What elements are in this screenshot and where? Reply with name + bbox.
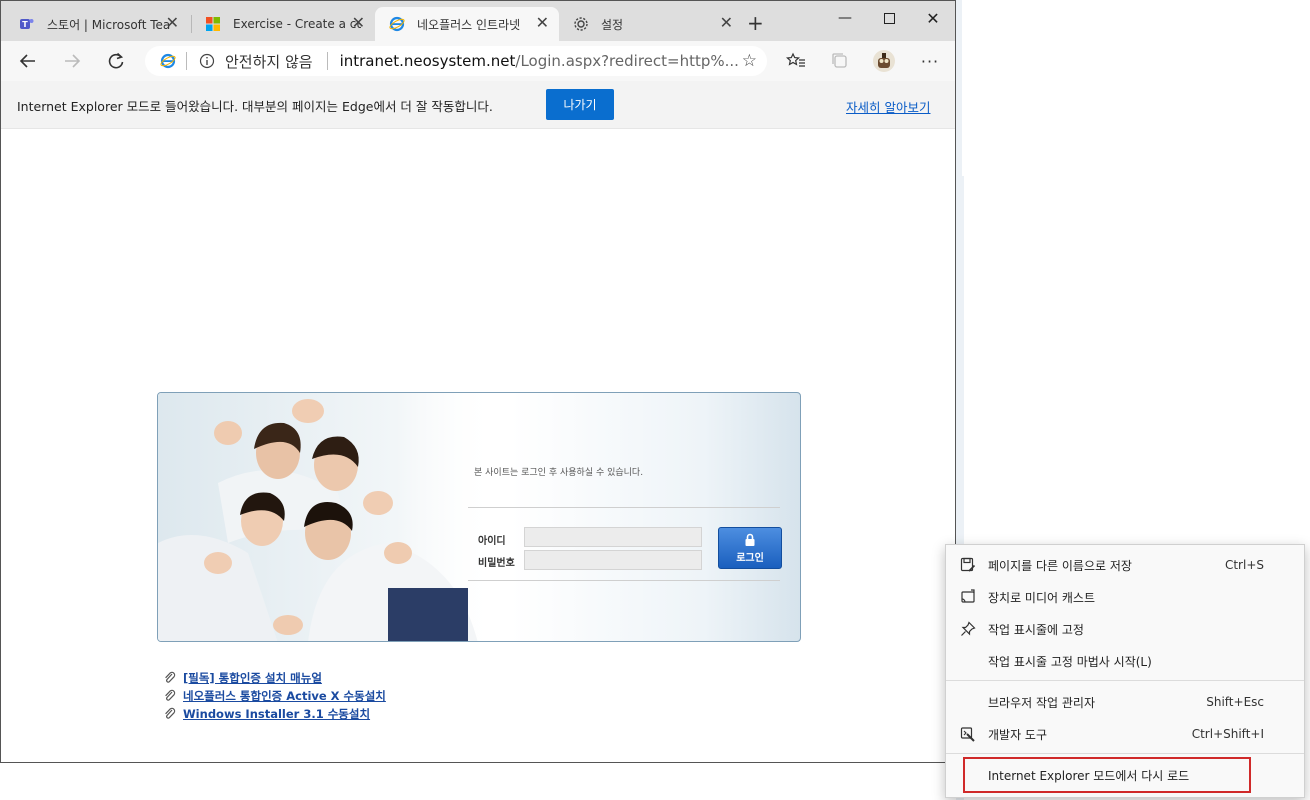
menu-item-shortcut: Ctrl+S bbox=[1224, 558, 1264, 572]
navigation-bar: 안전하지 않음 intranet.neosystem.net/Login.asp… bbox=[1, 41, 955, 81]
menu-item-cast[interactable]: 장치로 미디어 캐스트 bbox=[946, 581, 1304, 613]
password-input[interactable] bbox=[524, 550, 702, 570]
refresh-icon[interactable] bbox=[101, 46, 131, 76]
maximize-icon[interactable] bbox=[867, 5, 911, 31]
minimize-icon[interactable]: — bbox=[823, 5, 867, 31]
back-icon[interactable] bbox=[13, 46, 43, 76]
ie-icon bbox=[389, 16, 405, 32]
tab-teams-store[interactable]: T 스토어 | Microsoft Tea ✕ bbox=[5, 7, 189, 41]
forward-icon[interactable] bbox=[57, 46, 87, 76]
close-icon[interactable]: ✕ bbox=[352, 15, 365, 31]
menu-item-pin-wizard[interactable]: 작업 표시줄 고정 마법사 시작(L) bbox=[946, 645, 1304, 677]
menu-item-label: 장치로 미디어 캐스트 bbox=[988, 590, 1095, 605]
highlight-box bbox=[963, 757, 1251, 793]
exit-ie-mode-button[interactable]: 나가기 bbox=[546, 89, 614, 120]
save-icon bbox=[959, 556, 977, 574]
devtools-icon bbox=[959, 725, 977, 743]
ie-mode-icon[interactable] bbox=[160, 53, 176, 69]
id-label: 아이디 bbox=[478, 536, 506, 547]
cast-icon bbox=[959, 588, 977, 606]
menu-item-label: 작업 표시줄에 고정 bbox=[988, 622, 1084, 637]
divider bbox=[186, 52, 187, 70]
favorites-icon[interactable] bbox=[781, 46, 811, 76]
login-panel: 본 사이트는 로그인 후 사용하실 수 있습니다. 아이디 비밀번호 로그인 bbox=[157, 392, 801, 642]
menu-separator bbox=[946, 753, 1304, 754]
tab-label: 스토어 | Microsoft Tea bbox=[47, 17, 171, 32]
close-icon[interactable]: ✕ bbox=[720, 15, 733, 31]
security-status[interactable]: 안전하지 않음 bbox=[225, 51, 313, 72]
profile-avatar[interactable] bbox=[869, 46, 899, 76]
new-tab-icon[interactable]: + bbox=[747, 11, 764, 35]
divider bbox=[468, 580, 780, 581]
download-link-label: Windows Installer 3.1 수동설치 bbox=[183, 707, 371, 721]
download-link-installer[interactable]: Windows Installer 3.1 수동설치 bbox=[163, 706, 370, 722]
tab-exercise[interactable]: Exercise - Create a cus ✕ bbox=[191, 7, 375, 41]
lock-icon bbox=[745, 533, 755, 546]
tab-settings[interactable]: 설정 ✕ bbox=[559, 7, 743, 41]
collections-icon[interactable] bbox=[825, 46, 855, 76]
login-notice: 본 사이트는 로그인 후 사용하실 수 있습니다. bbox=[474, 468, 644, 478]
divider bbox=[326, 52, 328, 70]
paperclip-icon bbox=[165, 689, 176, 701]
gear-icon bbox=[573, 16, 589, 32]
menu-item-save-as[interactable]: 페이지를 다른 이름으로 저장 Ctrl+S bbox=[946, 549, 1304, 581]
download-link-label: [필독] 통합인증 설치 매뉴얼 bbox=[183, 671, 322, 685]
password-label: 비밀번호 bbox=[478, 558, 515, 569]
tab-label: 네오플러스 인트라넷 bbox=[417, 17, 521, 32]
tab-label: 설정 bbox=[601, 17, 624, 32]
tab-intranet-active[interactable]: 네오플러스 인트라넷 ✕ bbox=[375, 7, 559, 41]
menu-item-label: 작업 표시줄 고정 마법사 시작(L) bbox=[988, 654, 1152, 669]
info-icon[interactable] bbox=[199, 53, 215, 69]
download-link-activex[interactable]: 네오플러스 통합인증 Active X 수동설치 bbox=[163, 688, 386, 704]
ie-mode-infobar: Internet Explorer 모드로 들어왔습니다. 대부분의 페이지는 … bbox=[1, 81, 955, 129]
background-window-area bbox=[962, 0, 1310, 176]
paperclip-icon bbox=[165, 707, 176, 719]
paperclip-icon bbox=[165, 671, 176, 683]
microsoft-logo-icon bbox=[205, 16, 221, 32]
menu-item-label: 브라우저 작업 관리자 bbox=[988, 695, 1095, 710]
ie-mode-message: Internet Explorer 모드로 들어왔습니다. 대부분의 페이지는 … bbox=[17, 99, 493, 114]
menu-item-devtools[interactable]: 개발자 도구 Ctrl+Shift+I bbox=[946, 718, 1304, 750]
teams-icon: T bbox=[19, 16, 35, 32]
tab-strip: T 스토어 | Microsoft Tea ✕ Exercise - Creat… bbox=[1, 1, 955, 41]
download-link-manual[interactable]: [필독] 통합인증 설치 매뉴얼 bbox=[163, 670, 322, 686]
menu-separator bbox=[946, 680, 1304, 681]
menu-item-shortcut: Shift+Esc bbox=[1206, 695, 1264, 709]
menu-item-task-manager[interactable]: 브라우저 작업 관리자 Shift+Esc bbox=[946, 686, 1304, 718]
divider bbox=[468, 507, 780, 508]
id-input[interactable] bbox=[524, 527, 702, 547]
pin-icon bbox=[959, 620, 977, 638]
learn-more-link[interactable]: 자세히 알아보기 bbox=[846, 97, 930, 116]
tab-label: Exercise - Create a cus bbox=[233, 17, 361, 31]
close-icon[interactable]: ✕ bbox=[166, 15, 179, 31]
context-menu: 페이지를 다른 이름으로 저장 Ctrl+S 장치로 미디어 캐스트 작업 표시… bbox=[945, 544, 1305, 798]
address-bar[interactable]: 안전하지 않음 intranet.neosystem.net/Login.asp… bbox=[145, 46, 767, 76]
url-path[interactable]: /Login.aspx?redirect=http%... bbox=[515, 52, 739, 70]
login-button[interactable]: 로그인 bbox=[718, 527, 782, 569]
url-host[interactable]: intranet.neosystem.net bbox=[340, 52, 516, 70]
download-link-label: 네오플러스 통합인증 Active X 수동설치 bbox=[183, 689, 386, 703]
menu-item-shortcut: Ctrl+Shift+I bbox=[1191, 727, 1264, 741]
menu-item-label: 페이지를 다른 이름으로 저장 bbox=[988, 558, 1132, 573]
menu-item-pin-taskbar[interactable]: 작업 표시줄에 고정 bbox=[946, 613, 1304, 645]
group-photo-image bbox=[158, 393, 498, 641]
more-options-icon[interactable]: ··· bbox=[915, 46, 945, 76]
close-window-icon[interactable]: ✕ bbox=[911, 5, 955, 31]
browser-window: T 스토어 | Microsoft Tea ✕ Exercise - Creat… bbox=[0, 0, 956, 763]
menu-item-label: 개발자 도구 bbox=[988, 727, 1048, 742]
star-icon[interactable]: ☆ bbox=[742, 51, 757, 71]
close-icon[interactable]: ✕ bbox=[536, 15, 549, 31]
svg-text:T: T bbox=[22, 20, 28, 29]
login-button-label: 로그인 bbox=[736, 552, 764, 564]
